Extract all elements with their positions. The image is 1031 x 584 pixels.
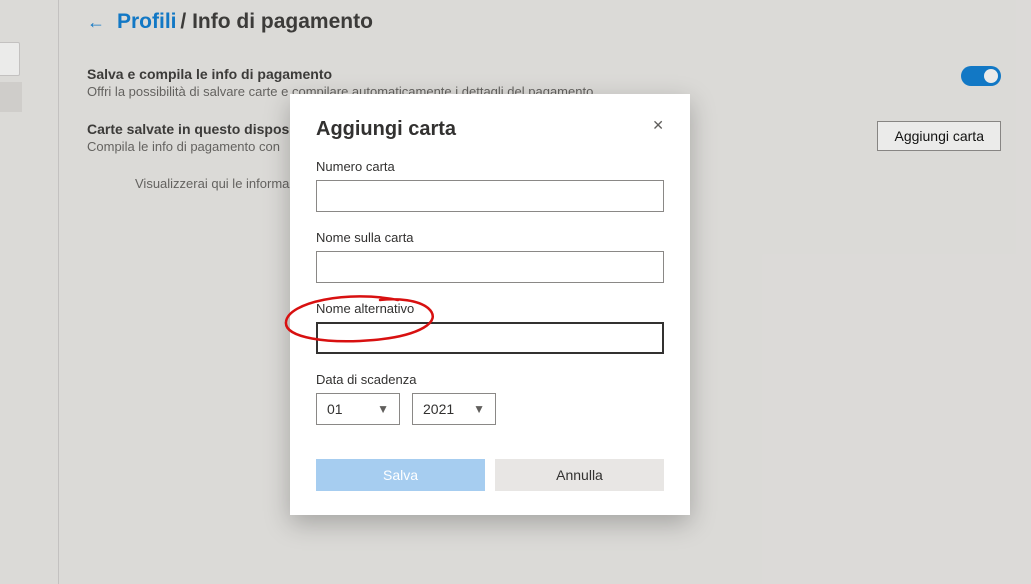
sidebar-stub (0, 0, 24, 584)
setting-description: Compila le info di pagamento con (87, 139, 318, 154)
expiry-year-value: 2021 (423, 401, 454, 417)
chevron-down-icon: ▼ (377, 402, 389, 416)
setting-title: Carte salvate in questo dispositivo (87, 121, 318, 137)
nickname-label: Nome alternativo (316, 301, 664, 316)
toggle-save-and-fill[interactable] (961, 66, 1001, 86)
expiry-year-select[interactable]: 2021 ▼ (412, 393, 496, 425)
add-card-modal: Aggiungi carta ✕ Numero carta Nome sulla… (290, 94, 690, 515)
expiry-month-select[interactable]: 01 ▼ (316, 393, 400, 425)
name-on-card-input[interactable] (316, 251, 664, 283)
nickname-input[interactable] (316, 322, 664, 354)
expiry-label: Data di scadenza (316, 372, 664, 387)
setting-title: Salva e compila le info di pagamento (87, 66, 593, 82)
card-number-label: Numero carta (316, 159, 664, 174)
chevron-down-icon: ▼ (473, 402, 485, 416)
modal-title: Aggiungi carta (316, 118, 456, 141)
back-arrow-icon[interactable]: ← (87, 12, 105, 33)
cancel-button[interactable]: Annulla (495, 459, 664, 491)
expiry-month-value: 01 (327, 401, 343, 417)
sidebar-partial-item[interactable] (0, 42, 20, 76)
save-button[interactable]: Salva (316, 459, 485, 491)
breadcrumb-separator: / (180, 10, 192, 33)
add-card-button[interactable]: Aggiungi carta (877, 121, 1001, 151)
breadcrumb-link-profiles[interactable]: Profili (117, 10, 177, 33)
sidebar-partial-item-selected[interactable] (0, 82, 22, 112)
card-number-input[interactable] (316, 180, 664, 212)
breadcrumb: ← Profili / Info di pagamento (87, 10, 1011, 34)
name-on-card-label: Nome sulla carta (316, 230, 664, 245)
breadcrumb-current: Info di pagamento (192, 10, 373, 33)
close-icon[interactable]: ✕ (652, 118, 664, 132)
